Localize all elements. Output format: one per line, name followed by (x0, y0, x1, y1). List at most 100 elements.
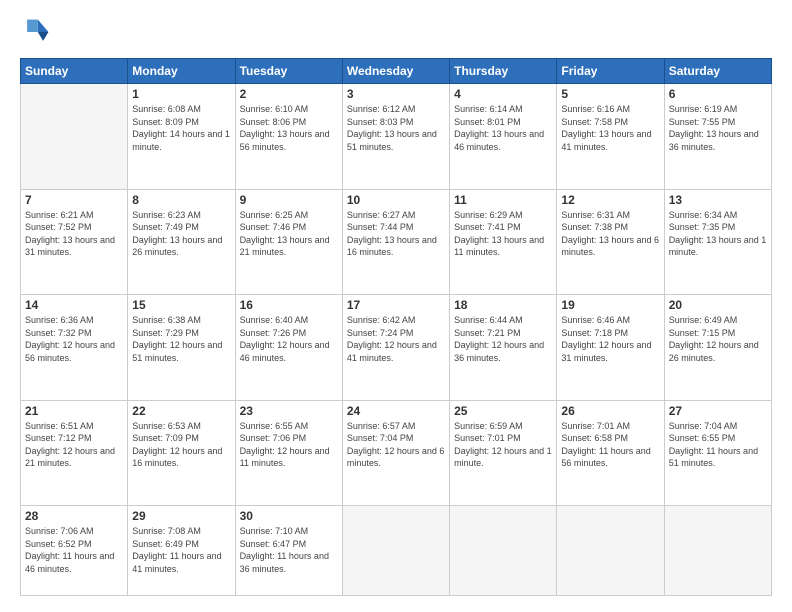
calendar-cell: 30 Sunrise: 7:10 AMSunset: 6:47 PMDayligh… (235, 506, 342, 596)
day-number: 2 (240, 87, 338, 101)
day-info: Sunrise: 7:08 AMSunset: 6:49 PMDaylight:… (132, 525, 230, 575)
day-number: 3 (347, 87, 445, 101)
calendar-cell: 23 Sunrise: 6:55 AMSunset: 7:06 PMDayligh… (235, 400, 342, 506)
day-info: Sunrise: 6:44 AMSunset: 7:21 PMDaylight:… (454, 314, 552, 364)
day-info: Sunrise: 6:27 AMSunset: 7:44 PMDaylight:… (347, 209, 445, 259)
weekday-header-monday: Monday (128, 59, 235, 84)
day-number: 19 (561, 298, 659, 312)
weekday-header-row: SundayMondayTuesdayWednesdayThursdayFrid… (21, 59, 772, 84)
calendar-cell: 18 Sunrise: 6:44 AMSunset: 7:21 PMDayligh… (450, 295, 557, 401)
calendar-cell: 28 Sunrise: 7:06 AMSunset: 6:52 PMDayligh… (21, 506, 128, 596)
day-info: Sunrise: 6:29 AMSunset: 7:41 PMDaylight:… (454, 209, 552, 259)
day-info: Sunrise: 6:46 AMSunset: 7:18 PMDaylight:… (561, 314, 659, 364)
calendar-cell: 1 Sunrise: 6:08 AMSunset: 8:09 PMDaylight… (128, 84, 235, 190)
day-info: Sunrise: 6:08 AMSunset: 8:09 PMDaylight:… (132, 103, 230, 153)
day-info: Sunrise: 7:04 AMSunset: 6:55 PMDaylight:… (669, 420, 767, 470)
page: SundayMondayTuesdayWednesdayThursdayFrid… (0, 0, 792, 612)
calendar-cell: 3 Sunrise: 6:12 AMSunset: 8:03 PMDaylight… (342, 84, 449, 190)
day-number: 28 (25, 509, 123, 523)
day-info: Sunrise: 6:57 AMSunset: 7:04 PMDaylight:… (347, 420, 445, 470)
calendar-cell: 27 Sunrise: 7:04 AMSunset: 6:55 PMDayligh… (664, 400, 771, 506)
day-info: Sunrise: 6:14 AMSunset: 8:01 PMDaylight:… (454, 103, 552, 153)
calendar-cell: 20 Sunrise: 6:49 AMSunset: 7:15 PMDayligh… (664, 295, 771, 401)
weekday-header-sunday: Sunday (21, 59, 128, 84)
weekday-header-saturday: Saturday (664, 59, 771, 84)
day-number: 8 (132, 193, 230, 207)
day-number: 16 (240, 298, 338, 312)
day-info: Sunrise: 6:34 AMSunset: 7:35 PMDaylight:… (669, 209, 767, 259)
calendar-cell: 26 Sunrise: 7:01 AMSunset: 6:58 PMDayligh… (557, 400, 664, 506)
day-info: Sunrise: 6:36 AMSunset: 7:32 PMDaylight:… (25, 314, 123, 364)
day-info: Sunrise: 6:16 AMSunset: 7:58 PMDaylight:… (561, 103, 659, 153)
calendar-cell (664, 506, 771, 596)
day-number: 10 (347, 193, 445, 207)
day-number: 17 (347, 298, 445, 312)
calendar-week-1: 1 Sunrise: 6:08 AMSunset: 8:09 PMDaylight… (21, 84, 772, 190)
day-info: Sunrise: 6:25 AMSunset: 7:46 PMDaylight:… (240, 209, 338, 259)
calendar-cell (557, 506, 664, 596)
calendar-cell: 15 Sunrise: 6:38 AMSunset: 7:29 PMDayligh… (128, 295, 235, 401)
day-number: 11 (454, 193, 552, 207)
calendar-cell: 7Sunrise: 6:21 AMSunset: 7:52 PMDaylight… (21, 189, 128, 295)
day-number: 4 (454, 87, 552, 101)
day-info: Sunrise: 6:21 AMSunset: 7:52 PMDaylight:… (25, 209, 123, 259)
header (20, 16, 772, 48)
calendar-cell: 22 Sunrise: 6:53 AMSunset: 7:09 PMDayligh… (128, 400, 235, 506)
day-info: Sunrise: 6:12 AMSunset: 8:03 PMDaylight:… (347, 103, 445, 153)
day-number: 23 (240, 404, 338, 418)
day-info: Sunrise: 7:10 AMSunset: 6:47 PMDaylight:… (240, 525, 338, 575)
day-info: Sunrise: 6:53 AMSunset: 7:09 PMDaylight:… (132, 420, 230, 470)
calendar-cell: 6Sunrise: 6:19 AMSunset: 7:55 PMDaylight… (664, 84, 771, 190)
day-info: Sunrise: 6:51 AMSunset: 7:12 PMDaylight:… (25, 420, 123, 470)
day-number: 26 (561, 404, 659, 418)
weekday-header-wednesday: Wednesday (342, 59, 449, 84)
day-info: Sunrise: 7:01 AMSunset: 6:58 PMDaylight:… (561, 420, 659, 470)
day-number: 6 (669, 87, 767, 101)
calendar-week-2: 7Sunrise: 6:21 AMSunset: 7:52 PMDaylight… (21, 189, 772, 295)
day-info: Sunrise: 6:42 AMSunset: 7:24 PMDaylight:… (347, 314, 445, 364)
day-number: 21 (25, 404, 123, 418)
calendar-cell: 8 Sunrise: 6:23 AMSunset: 7:49 PMDaylight… (128, 189, 235, 295)
weekday-header-friday: Friday (557, 59, 664, 84)
day-info: Sunrise: 6:10 AMSunset: 8:06 PMDaylight:… (240, 103, 338, 153)
logo-icon (20, 16, 52, 48)
calendar-cell: 29Sunrise: 7:08 AMSunset: 6:49 PMDayligh… (128, 506, 235, 596)
day-info: Sunrise: 6:23 AMSunset: 7:49 PMDaylight:… (132, 209, 230, 259)
day-number: 1 (132, 87, 230, 101)
day-number: 25 (454, 404, 552, 418)
day-info: Sunrise: 6:38 AMSunset: 7:29 PMDaylight:… (132, 314, 230, 364)
day-info: Sunrise: 7:06 AMSunset: 6:52 PMDaylight:… (25, 525, 123, 575)
calendar-cell (450, 506, 557, 596)
day-number: 12 (561, 193, 659, 207)
day-number: 20 (669, 298, 767, 312)
calendar-cell: 14 Sunrise: 6:36 AMSunset: 7:32 PMDayligh… (21, 295, 128, 401)
calendar-cell: 25Sunrise: 6:59 AMSunset: 7:01 PMDayligh… (450, 400, 557, 506)
day-info: Sunrise: 6:55 AMSunset: 7:06 PMDaylight:… (240, 420, 338, 470)
calendar-cell: 24 Sunrise: 6:57 AMSunset: 7:04 PMDayligh… (342, 400, 449, 506)
calendar-cell: 12 Sunrise: 6:31 AMSunset: 7:38 PMDayligh… (557, 189, 664, 295)
calendar-cell: 4 Sunrise: 6:14 AMSunset: 8:01 PMDaylight… (450, 84, 557, 190)
day-number: 18 (454, 298, 552, 312)
day-number: 24 (347, 404, 445, 418)
weekday-header-thursday: Thursday (450, 59, 557, 84)
calendar-cell: 11 Sunrise: 6:29 AMSunset: 7:41 PMDayligh… (450, 189, 557, 295)
day-number: 5 (561, 87, 659, 101)
calendar-table: SundayMondayTuesdayWednesdayThursdayFrid… (20, 58, 772, 596)
day-info: Sunrise: 6:40 AMSunset: 7:26 PMDaylight:… (240, 314, 338, 364)
calendar-cell: 5 Sunrise: 6:16 AMSunset: 7:58 PMDaylight… (557, 84, 664, 190)
calendar-cell: 17 Sunrise: 6:42 AMSunset: 7:24 PMDayligh… (342, 295, 449, 401)
day-info: Sunrise: 6:31 AMSunset: 7:38 PMDaylight:… (561, 209, 659, 259)
day-number: 14 (25, 298, 123, 312)
calendar-cell: 21 Sunrise: 6:51 AMSunset: 7:12 PMDayligh… (21, 400, 128, 506)
day-number: 9 (240, 193, 338, 207)
logo (20, 16, 56, 48)
calendar-cell: 2 Sunrise: 6:10 AMSunset: 8:06 PMDaylight… (235, 84, 342, 190)
day-number: 22 (132, 404, 230, 418)
calendar-cell: 9 Sunrise: 6:25 AMSunset: 7:46 PMDaylight… (235, 189, 342, 295)
day-info: Sunrise: 6:49 AMSunset: 7:15 PMDaylight:… (669, 314, 767, 364)
calendar-cell (342, 506, 449, 596)
day-number: 27 (669, 404, 767, 418)
calendar-cell: 16 Sunrise: 6:40 AMSunset: 7:26 PMDayligh… (235, 295, 342, 401)
day-number: 30 (240, 509, 338, 523)
day-number: 15 (132, 298, 230, 312)
